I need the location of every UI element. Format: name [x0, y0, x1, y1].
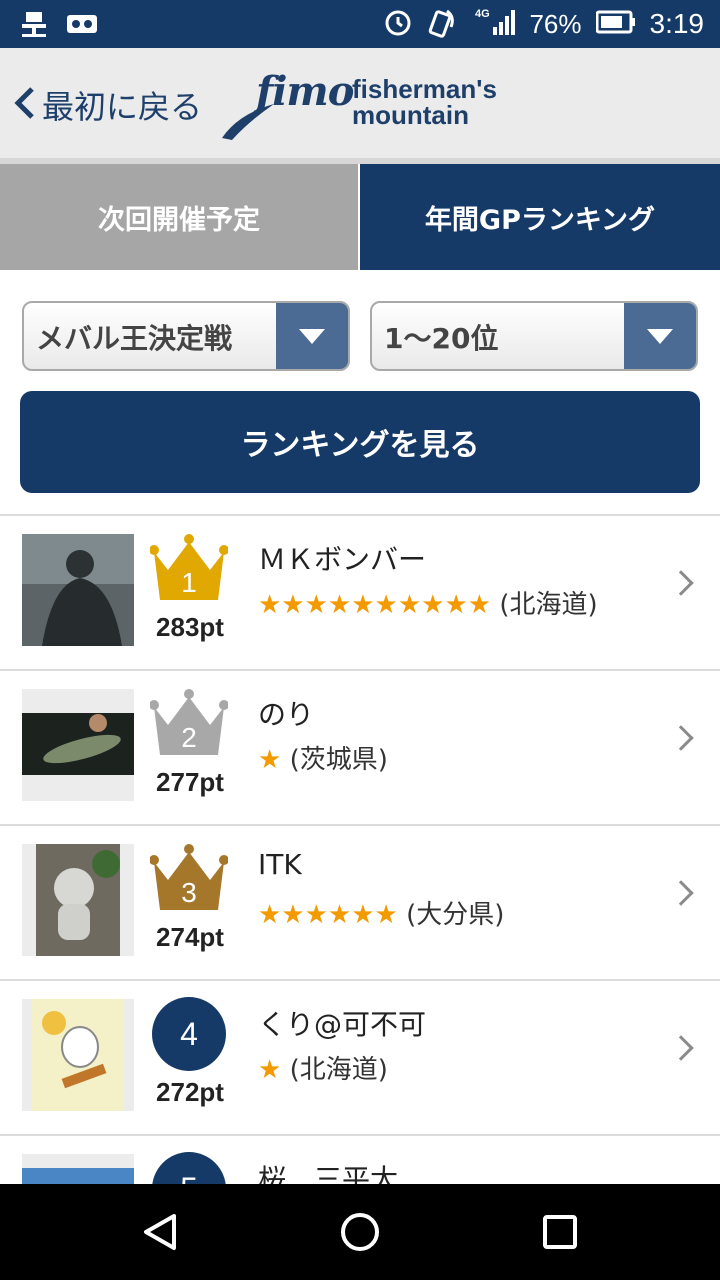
region: (北海道)	[289, 1055, 388, 1085]
tab-upcoming[interactable]: 次回開催予定	[0, 164, 358, 270]
region: (大分県)	[406, 900, 505, 930]
user-meta: ★ (茨城県)	[258, 739, 388, 776]
user-avatar	[22, 844, 134, 956]
star-rating: ★★★★★★★★★★	[258, 590, 492, 620]
logo-fimo: fimo	[256, 68, 354, 115]
chevron-left-icon	[12, 83, 38, 127]
dropdown-arrow-icon	[624, 303, 696, 369]
range-select[interactable]: 1〜20位	[370, 301, 698, 371]
points: 283pt	[156, 612, 224, 642]
user-name: ＭＫボンバー	[258, 543, 427, 576]
user-name: のり	[258, 698, 315, 731]
event-select-value: メバル王決定戦	[36, 322, 233, 355]
star-rating: ★	[258, 1055, 282, 1085]
logo-line-2: mountain	[352, 100, 469, 130]
user-meta: ★ (北海道)	[258, 1049, 388, 1086]
points: 272pt	[156, 1077, 224, 1107]
rank-number: 1	[181, 567, 197, 598]
user-name: くり@可不可	[258, 1008, 427, 1041]
chevron-right-icon	[668, 725, 694, 751]
app-header: 最初に戻る fimo fisherman's mountain	[0, 48, 720, 158]
nfc-icon	[427, 5, 461, 43]
back-triangle-icon[interactable]	[136, 1208, 184, 1256]
battery-percent: 76%	[529, 8, 582, 39]
ranking-row[interactable]: 4 272pt くり@可不可 ★ (北海道)	[0, 981, 720, 1136]
svg-text:4G: 4G	[475, 8, 490, 20]
user-meta: ★★★★★★ (大分県)	[258, 894, 504, 931]
user-avatar	[22, 534, 134, 646]
user-avatar	[22, 689, 134, 801]
status-bar: 4G 76% 3:19	[0, 0, 720, 48]
user-meta: ★★★★★★★★★★ (北海道)	[258, 584, 598, 621]
signal-icon: 4G	[475, 7, 516, 41]
back-label: 最初に戻る	[42, 88, 203, 126]
recents-square-icon[interactable]	[536, 1208, 584, 1256]
ranking-row[interactable]: 5 桜 三平太	[0, 1136, 720, 1184]
alarm-icon	[383, 7, 413, 41]
view-ranking-button[interactable]: ランキングを見る	[20, 391, 700, 493]
silver-crown-icon: 2	[150, 689, 228, 755]
user-avatar	[22, 1154, 134, 1184]
star-rating: ★★★★★★	[258, 900, 398, 930]
tab-annual-gp-ranking[interactable]: 年間GPランキング	[360, 164, 720, 270]
rank-number-badge: 5	[152, 1152, 226, 1184]
region: (北海道)	[499, 590, 598, 620]
logo-subtitle: fisherman's mountain	[352, 76, 497, 128]
gold-crown-icon: 1	[150, 534, 228, 600]
battery-icon	[595, 10, 636, 38]
points: 277pt	[156, 767, 224, 797]
voicemail-icon	[66, 12, 98, 40]
event-select[interactable]: メバル王決定戦	[22, 301, 350, 371]
rank-number: 2	[181, 722, 197, 753]
user-avatar	[22, 999, 134, 1111]
rank-number-badge: 4	[152, 997, 226, 1071]
back-button[interactable]: 最初に戻る	[12, 82, 202, 128]
clock: 3:19	[649, 8, 705, 39]
bronze-crown-icon: 3	[150, 844, 228, 910]
ranking-row[interactable]: 3 274pt ITK ★★★★★★ (大分県)	[0, 826, 720, 981]
dropdown-arrow-icon	[276, 303, 348, 369]
chevron-right-icon	[668, 880, 694, 906]
ranking-list: 1 283pt ＭＫボンバー ★★★★★★★★★★ (北海道) 2 277pt …	[0, 514, 720, 1184]
rank-number: 3	[181, 877, 197, 908]
user-name: ITK	[258, 848, 302, 881]
ranking-row[interactable]: 2 277pt のり ★ (茨城県)	[0, 671, 720, 826]
chevron-right-icon	[668, 1035, 694, 1061]
home-circle-icon[interactable]	[336, 1208, 384, 1256]
tab-bar: 次回開催予定 年間GPランキング	[0, 164, 720, 270]
ranking-row[interactable]: 1 283pt ＭＫボンバー ★★★★★★★★★★ (北海道)	[0, 516, 720, 671]
logo-line-1: fisherman's	[352, 74, 497, 104]
notification-icon	[20, 10, 48, 42]
system-nav-bar	[0, 1184, 720, 1280]
points: 274pt	[156, 922, 224, 952]
range-select-value: 1〜20位	[384, 322, 499, 355]
region: (茨城県)	[289, 745, 388, 775]
chevron-right-icon	[668, 570, 694, 596]
user-name: 桜 三平太	[258, 1163, 399, 1184]
star-rating: ★	[258, 745, 282, 775]
